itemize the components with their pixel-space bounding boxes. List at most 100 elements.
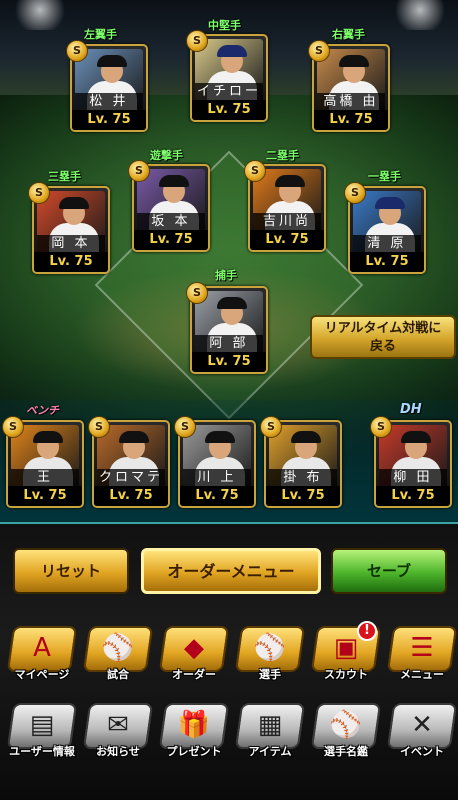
secondary-nav: ▤ ユーザー情報 ✉ お知らせ 🎁 プレゼント ▦ アイテム ⚾ 選手名鑑 ✕ イベント	[0, 703, 458, 769]
player-level: Lv. 75	[314, 110, 388, 130]
event-icon: ✕	[411, 710, 433, 740]
player-name: 清 原	[353, 235, 421, 253]
rarity-s-badge-icon: S	[186, 282, 208, 304]
item-icon: ▦	[257, 710, 283, 740]
rarity-s-badge-icon: S	[2, 416, 24, 438]
player-cap	[217, 45, 247, 57]
nav-label: イベント	[400, 745, 444, 758]
rarity-s-badge-icon: S	[128, 160, 150, 182]
position-label-third-base: 三塁手	[48, 170, 81, 183]
nav-label: マイページ	[14, 668, 70, 681]
nav-label: 選手	[259, 668, 281, 681]
save-button[interactable]: セーブ	[331, 548, 447, 594]
nav-match-button[interactable]: ⚾ 試合	[82, 626, 154, 686]
player-name: 川 上	[183, 469, 251, 487]
position-label-shortstop: 遊撃手	[150, 149, 183, 162]
player-name: イチロー	[195, 83, 263, 101]
user-info-icon: ▤	[29, 710, 55, 740]
nav-label: ユーザー情報	[9, 745, 75, 758]
nav-label: プレゼント	[166, 745, 222, 758]
position-label-second-base: 二塁手	[266, 149, 299, 162]
nav-label: スカウト	[324, 668, 368, 681]
rarity-s-badge-icon: S	[244, 160, 266, 182]
order-menu-button[interactable]: オーダーメニュー	[141, 548, 321, 594]
player-cap	[205, 431, 235, 443]
player-level: Lv. 75	[266, 486, 340, 506]
rarity-s-badge-icon: S	[66, 40, 88, 62]
player-cap	[275, 175, 305, 187]
rarity-s-badge-icon: S	[344, 182, 366, 204]
nav-mypage-button[interactable]: A マイページ	[6, 626, 78, 686]
reset-button[interactable]: リセット	[13, 548, 129, 594]
nav-menu-button[interactable]: ☰ メニュー	[386, 626, 458, 686]
mypage-icon: A	[33, 633, 51, 663]
nav-label: オーダー	[172, 668, 216, 681]
position-label-first-base: 一塁手	[368, 170, 401, 183]
player-icon: ⚾	[253, 633, 287, 663]
position-label-center-field: 中堅手	[208, 19, 241, 32]
player-cap	[217, 297, 247, 309]
nav-player-book-button[interactable]: ⚾ 選手名鑑	[310, 703, 382, 763]
position-label-right-field: 右翼手	[332, 28, 365, 41]
player-level: Lv. 75	[134, 230, 208, 250]
position-label-left-field: 左翼手	[84, 28, 117, 41]
primary-nav: A マイページ ⚾ 試合 ◆ オーダー ⚾ 選手 ▣ スカウト ☰ メニュー	[0, 626, 458, 692]
present-icon: 🎁	[177, 710, 211, 740]
news-icon: ✉	[107, 710, 129, 740]
rarity-s-badge-icon: S	[28, 182, 50, 204]
player-level: Lv. 75	[8, 486, 82, 506]
player-cap	[97, 55, 127, 67]
dh-label: DH	[400, 402, 422, 417]
return-to-realtime-battle-button[interactable]: リアルタイム対戦に 戻る	[310, 315, 456, 359]
player-cap	[59, 197, 89, 209]
realtime-button-line1: リアルタイム対戦に	[324, 321, 442, 336]
nav-label: アイテム	[248, 745, 292, 758]
player-name: 阿 部	[195, 335, 263, 353]
nav-user-info-button[interactable]: ▤ ユーザー情報	[6, 703, 78, 763]
nav-present-button[interactable]: 🎁 プレゼント	[158, 703, 230, 763]
player-cap	[375, 197, 405, 209]
rarity-s-badge-icon: S	[260, 416, 282, 438]
player-cap	[33, 431, 63, 443]
nav-item-button[interactable]: ▦ アイテム	[234, 703, 306, 763]
nav-player-button[interactable]: ⚾ 選手	[234, 626, 306, 686]
position-label-catcher: 捕手	[215, 269, 237, 282]
rarity-s-badge-icon: S	[308, 40, 330, 62]
bench-label: ベンチ	[26, 404, 59, 417]
player-name: 柳 田	[379, 469, 447, 487]
player-cap	[339, 55, 369, 67]
player-name: 吉川尚	[253, 213, 321, 231]
nav-news-button[interactable]: ✉ お知らせ	[82, 703, 154, 763]
player-name: 松 井	[75, 93, 143, 111]
player-cap	[291, 431, 321, 443]
match-icon: ⚾	[101, 633, 135, 663]
player-name: クロマティ	[97, 469, 165, 503]
nav-label: メニュー	[400, 668, 444, 681]
player-level: Lv. 75	[34, 252, 108, 272]
nav-event-button[interactable]: ✕ イベント	[386, 703, 458, 763]
player-level: Lv. 75	[192, 352, 266, 372]
scout-notification-badge: !	[357, 621, 377, 641]
nav-label: 選手名鑑	[324, 745, 368, 758]
nav-label: お知らせ	[96, 745, 140, 758]
player-level: Lv. 75	[376, 486, 450, 506]
rarity-s-badge-icon: S	[88, 416, 110, 438]
player-level: Lv. 75	[192, 100, 266, 120]
player-book-icon: ⚾	[329, 710, 363, 740]
rarity-s-badge-icon: S	[186, 30, 208, 52]
player-level: Lv. 75	[250, 230, 324, 250]
realtime-button-line2: 戻る	[369, 339, 396, 354]
player-cap	[401, 431, 431, 443]
menu-icon: ☰	[410, 633, 434, 663]
player-cap	[119, 431, 149, 443]
rarity-s-badge-icon: S	[174, 416, 196, 438]
player-level: Lv. 75	[72, 110, 146, 130]
player-name: 王	[11, 469, 79, 487]
player-level: Lv. 75	[350, 252, 424, 272]
rarity-s-badge-icon: S	[370, 416, 392, 438]
nav-order-button[interactable]: ◆ オーダー	[158, 626, 230, 686]
order-icon: ◆	[184, 633, 204, 663]
player-name: 坂 本	[137, 213, 205, 231]
player-level: Lv. 75	[180, 486, 254, 506]
player-level: Lv. 75	[94, 486, 168, 506]
